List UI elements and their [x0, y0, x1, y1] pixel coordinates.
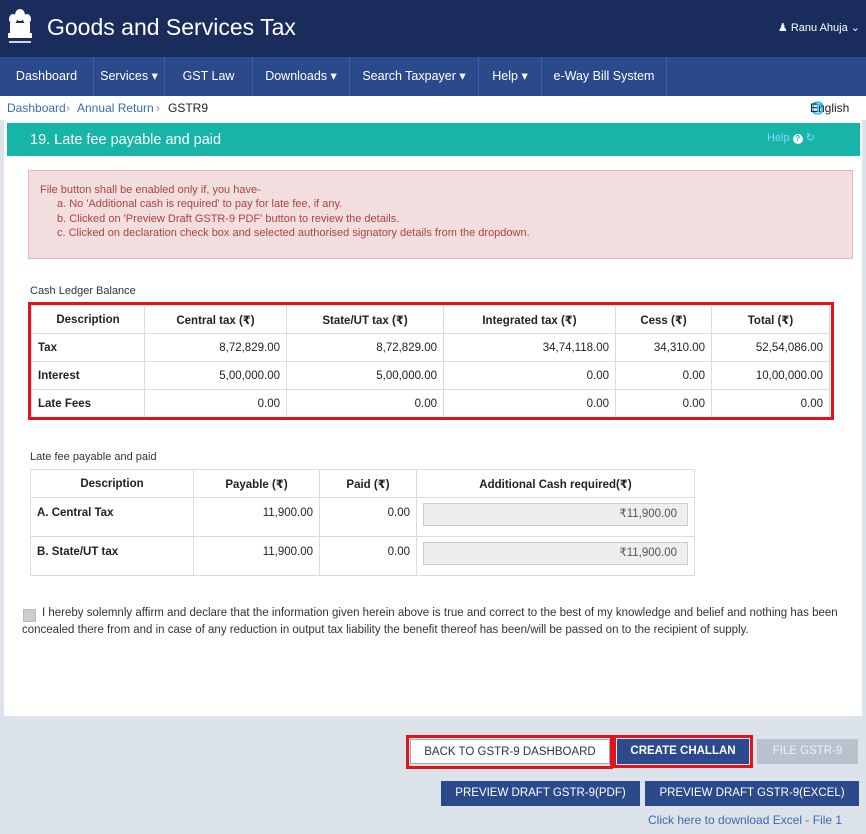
breadcrumb-annual-return[interactable]: Annual Return: [77, 96, 154, 120]
cash-ledger-highlight: [28, 302, 834, 420]
refresh-icon: ↻: [805, 132, 815, 144]
breadcrumb: Dashboard › Annual Return › GSTR9 🌐 Engl…: [0, 96, 866, 120]
chevron-down-icon: ⌄: [850, 22, 860, 34]
question-circle-icon: ?: [792, 134, 803, 144]
nav-search-taxpayer[interactable]: Search Taxpayer ▾: [350, 57, 479, 96]
declaration-text: I hereby solemnly affirm and declare tha…: [22, 607, 838, 636]
alert-item: a. No 'Additional cash is required' to p…: [57, 198, 343, 211]
section-title: 19. Late fee payable and paid: [30, 132, 222, 148]
caret-down-icon: ▾: [459, 69, 466, 83]
caret-down-icon: ▾: [521, 69, 528, 83]
caret-down-icon: ▾: [151, 69, 158, 83]
additional-cash-field: ₹11,900.00: [423, 542, 688, 565]
preview-pdf-button[interactable]: PREVIEW DRAFT GSTR-9(PDF): [441, 781, 640, 806]
user-menu[interactable]: ♟ Ranu Ahuja ⌄: [778, 21, 860, 34]
table-row: A. Central Tax 11,900.00 0.00 ₹11,900.00: [30, 497, 695, 537]
download-excel-link[interactable]: Click here to download Excel - File 1: [648, 813, 842, 827]
nav-services[interactable]: Services ▾: [94, 57, 165, 96]
breadcrumb-separator-icon: ›: [156, 101, 160, 115]
user-name: Ranu Ahuja: [790, 22, 848, 34]
breadcrumb-dashboard[interactable]: Dashboard: [7, 96, 66, 120]
user-icon: ♟: [777, 22, 788, 34]
column-header: Paid (₹): [319, 469, 417, 498]
alert-intro: File button shall be enabled only if, yo…: [40, 184, 261, 196]
back-button-highlight: [406, 735, 613, 769]
alert-item: c. Clicked on declaration check box and …: [57, 226, 530, 239]
file-gstr9-button[interactable]: FILE GSTR-9: [757, 739, 858, 764]
additional-cash-field: ₹11,900.00: [423, 503, 688, 526]
nav-help[interactable]: Help ▾: [479, 57, 542, 96]
section-header: 19. Late fee payable and paid Help ? ↻: [7, 123, 860, 156]
site-header: Goods and Services Tax ♟ Ranu Ahuja ⌄: [0, 0, 866, 57]
help-link[interactable]: Help ? ↻: [767, 131, 815, 144]
nav-dashboard[interactable]: Dashboard: [0, 57, 94, 96]
table-header-row: Description Payable (₹) Paid (₹) Additio…: [30, 469, 695, 498]
column-header: Additional Cash required(₹): [416, 469, 695, 498]
national-emblem-icon: [8, 9, 32, 43]
main-nav: Dashboard Services ▾ GST Law Downloads ▾…: [0, 57, 866, 96]
late-fee-label: Late fee payable and paid: [30, 451, 157, 463]
breadcrumb-current: GSTR9: [168, 101, 209, 115]
site-title[interactable]: Goods and Services Tax: [47, 14, 296, 41]
column-header: Description: [30, 469, 194, 498]
nav-eway-bill[interactable]: e-Way Bill System: [542, 57, 667, 96]
nav-downloads[interactable]: Downloads ▾: [253, 57, 350, 96]
caret-down-icon: ▾: [330, 69, 337, 83]
preview-excel-button[interactable]: PREVIEW DRAFT GSTR-9(EXCEL): [645, 781, 859, 806]
nav-gst-law[interactable]: GST Law: [165, 57, 253, 96]
late-fee-table: Description Payable (₹) Paid (₹) Additio…: [30, 469, 695, 576]
column-header: Payable (₹): [193, 469, 320, 498]
cash-ledger-label: Cash Ledger Balance: [30, 285, 136, 297]
info-alert: File button shall be enabled only if, yo…: [28, 170, 853, 259]
alert-item: b. Clicked on 'Preview Draft GSTR-9 PDF'…: [57, 212, 400, 225]
table-row: B. State/UT tax 11,900.00 0.00 ₹11,900.00: [30, 536, 695, 576]
breadcrumb-separator-icon: ›: [66, 101, 70, 115]
challan-button-highlight: [613, 735, 753, 768]
